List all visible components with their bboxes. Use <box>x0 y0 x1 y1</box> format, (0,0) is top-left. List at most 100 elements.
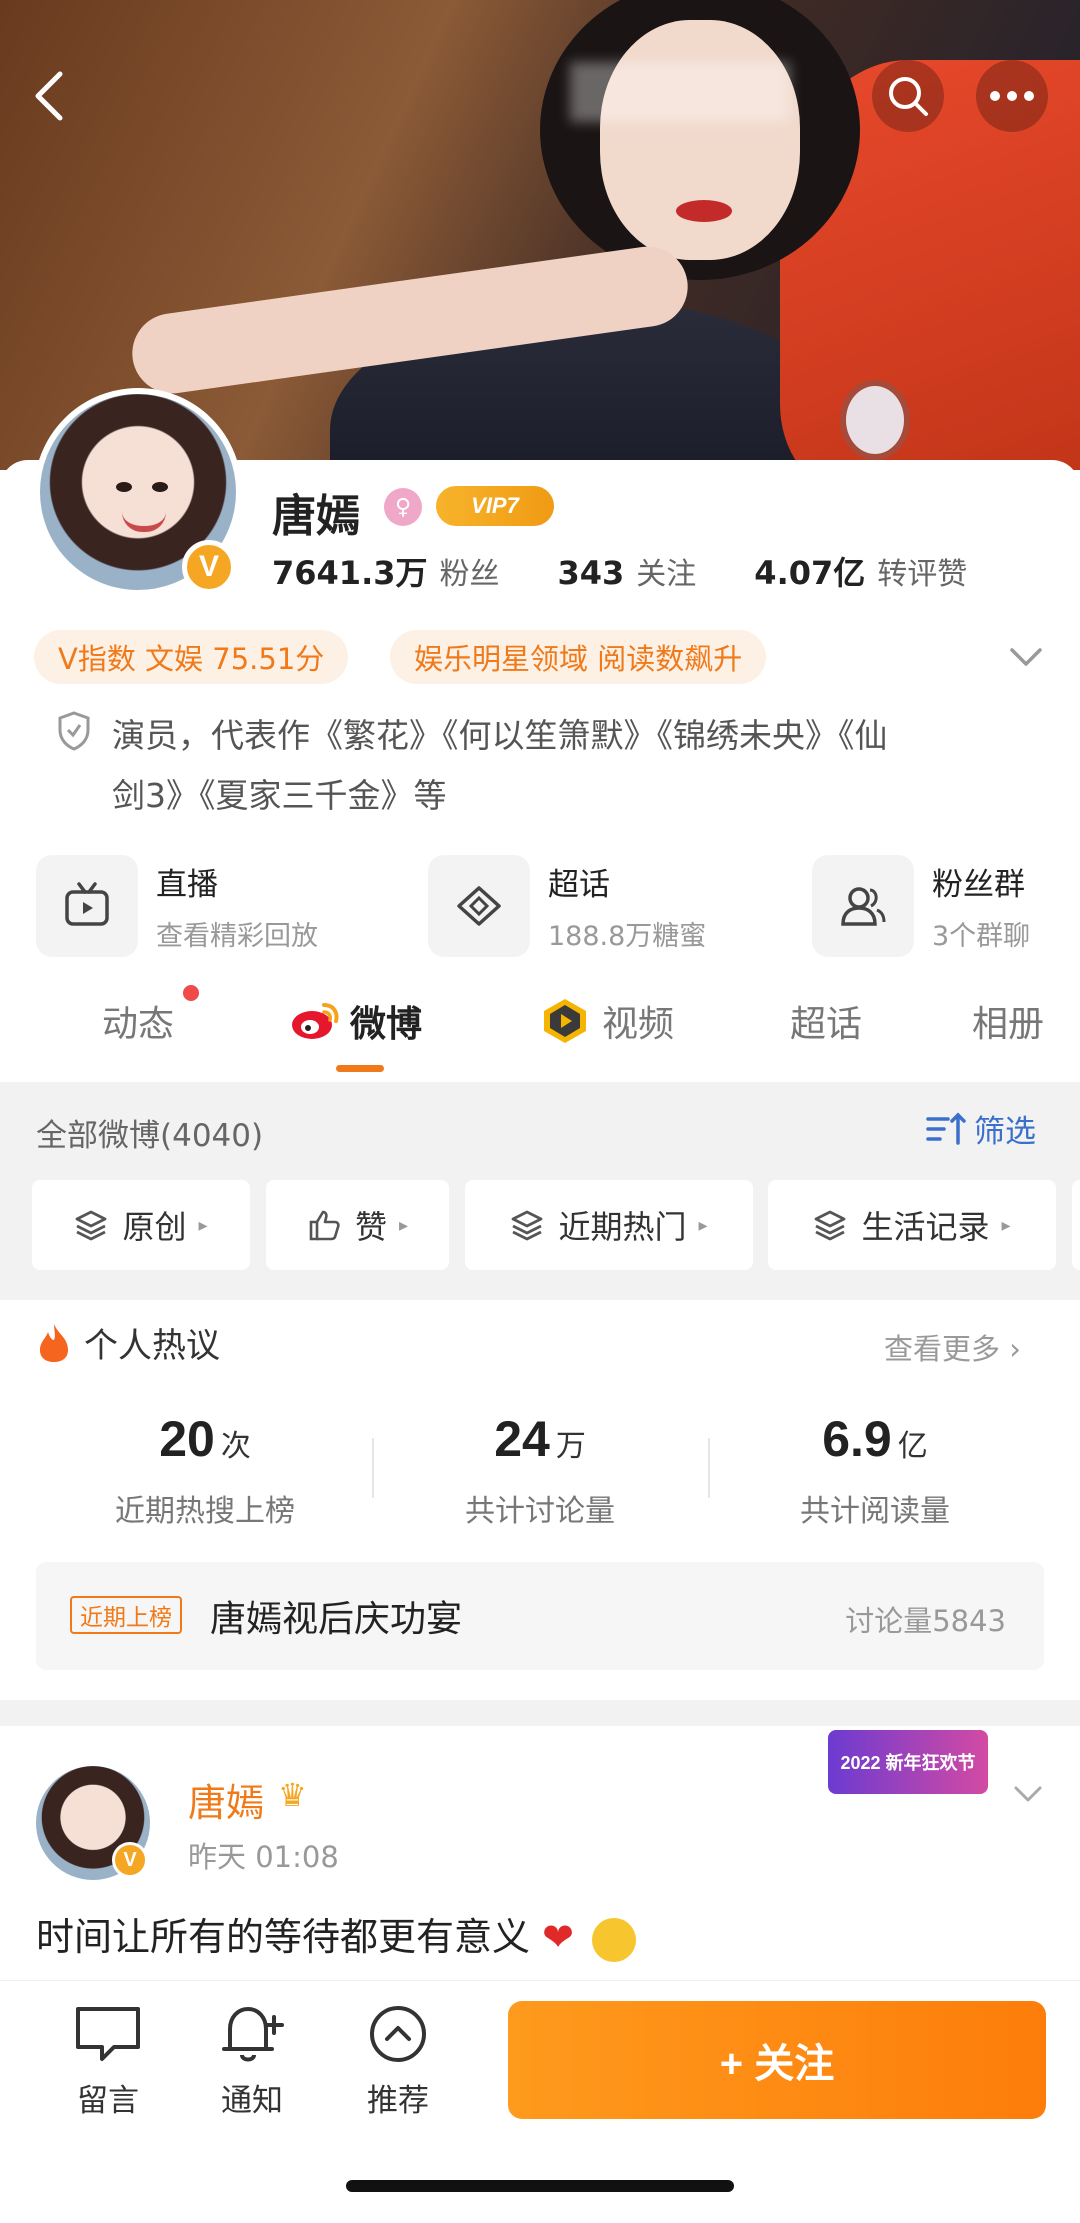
live-subtitle: 查看精彩回放 <box>156 921 318 952</box>
caret-right-icon: ▸ <box>1001 1214 1011 1236</box>
divider <box>372 1438 374 1498</box>
message-button[interactable]: 留言 <box>48 2003 168 2120</box>
bell-plus-icon <box>222 2007 284 2062</box>
chevron-right-icon: › <box>1009 1332 1021 1366</box>
stat-label: 近期热搜上榜 <box>115 1494 295 1529</box>
hot-stat-trending: 20 次 近期热搜上榜 <box>40 1410 370 1530</box>
vip-badge[interactable]: VIP7 <box>436 486 554 526</box>
hot-stat-discussion: 24 万 共计讨论量 <box>375 1410 705 1530</box>
tab-label: 动态 <box>102 1004 175 1045</box>
hot-title-label: 个人热议 <box>84 1326 220 1366</box>
stat-label: 共计阅读量 <box>800 1494 950 1529</box>
more-options-button[interactable] <box>976 60 1048 132</box>
video-play-icon <box>544 999 586 1043</box>
message-label: 留言 <box>77 2083 139 2119</box>
tab-label: 微博 <box>350 1004 423 1045</box>
chip-overflow[interactable] <box>1072 1180 1080 1270</box>
search-icon <box>889 77 928 116</box>
chip-label: 赞 <box>354 1208 387 1246</box>
follow-button[interactable]: + 关注 <box>508 2001 1046 2119</box>
caret-right-icon: ▸ <box>698 1214 708 1236</box>
fan-group-entry[interactable]: 粉丝群 3个群聊 <box>812 855 1030 957</box>
bio-line: 剑3》《夏家三千金》等 <box>112 776 447 815</box>
section-separator <box>0 1700 1080 1726</box>
supertopic-title: 超话 <box>548 867 610 903</box>
post-time: 昨天 01:08 <box>188 1840 339 1874</box>
bio-line: 演员，代表作《繁花》《何以笙箫默》《锦绣未央》《仙 <box>112 716 888 755</box>
crown-icon: ♛ <box>278 1776 307 1814</box>
hot-topic-item[interactable]: 近期上榜 唐嫣视后庆功宴 讨论量5843 <box>36 1562 1044 1670</box>
tab-weibo[interactable]: 微博 <box>290 995 422 1047</box>
layers-icon <box>512 1210 543 1241</box>
back-button[interactable] <box>14 60 86 132</box>
festival-badge: 2022 新年狂欢节 <box>828 1730 988 1794</box>
recommend-button[interactable]: 推荐 <box>338 2003 458 2120</box>
profile-tabs: 动态 微博 视频 超话 相册 <box>0 985 1080 1080</box>
live-entry[interactable]: 直播 查看精彩回放 <box>36 855 318 957</box>
post-text: 时间让所有的等待都更有意义 <box>36 1915 531 1959</box>
stat-value: 6.9 <box>822 1411 892 1467</box>
filter-icon <box>926 1112 966 1145</box>
tab-video[interactable]: 视频 <box>540 995 674 1047</box>
post-author[interactable]: 唐嫣 <box>188 1772 264 1827</box>
more-dots-icon <box>990 91 1034 101</box>
fan-group-title: 粉丝群 <box>932 867 1025 903</box>
heart-emoji-icon: ❤ <box>542 1915 574 1959</box>
live-title: 直播 <box>156 867 218 903</box>
v-index-pill[interactable]: V指数 文娱 75.51分 <box>34 630 349 684</box>
hot-topic-text: 唐嫣视后庆功宴 <box>210 1599 463 1640</box>
followers-count: 7641.3万 <box>272 554 428 592</box>
weibo-logo-icon <box>292 1003 339 1039</box>
search-button[interactable] <box>872 60 944 132</box>
sun-emoji-icon <box>592 1917 637 1962</box>
filter-button[interactable]: 筛选 <box>926 1106 1036 1151</box>
stat-label: 共计讨论量 <box>465 1494 615 1529</box>
chip-label: 生活记录 <box>861 1208 990 1246</box>
group-icon <box>812 855 914 957</box>
stat-unit: 次 <box>220 1429 251 1464</box>
following-count: 343 <box>557 554 625 592</box>
chevron-up-circle-icon <box>370 2006 426 2062</box>
see-more-link[interactable]: 查看更多 › <box>884 1326 1021 1368</box>
following-stat[interactable]: 343 关注 <box>558 549 697 593</box>
home-indicator <box>346 2180 734 2192</box>
chevron-down-icon[interactable] <box>1004 636 1048 680</box>
shield-icon <box>58 711 90 751</box>
verified-badge: V <box>182 540 236 594</box>
chip-trending[interactable]: 近期热门 ▸ <box>465 1180 753 1270</box>
recent-tag: 近期上榜 <box>70 1596 182 1634</box>
back-arrow-icon <box>35 71 63 121</box>
profile-name: 唐嫣 <box>272 491 360 542</box>
fan-group-subtitle: 3个群聊 <box>932 921 1031 952</box>
supertopic-subtitle: 188.8万糖蜜 <box>548 921 707 952</box>
chip-label: 近期热门 <box>558 1208 687 1246</box>
tab-label: 超话 <box>790 1004 863 1045</box>
tab-label: 相册 <box>972 1004 1045 1045</box>
tab-supertopic[interactable]: 超话 <box>790 995 862 1047</box>
post-content: 时间让所有的等待都更有意义 ❤ <box>36 1906 637 1962</box>
chip-life[interactable]: 生活记录 ▸ <box>768 1180 1056 1270</box>
recommend-label: 推荐 <box>367 2083 429 2119</box>
chip-original[interactable]: 原创 ▸ <box>32 1180 250 1270</box>
tab-activity[interactable]: 动态 <box>102 995 174 1047</box>
chevron-down-icon[interactable] <box>1008 1774 1048 1814</box>
diamond-icon <box>428 855 530 957</box>
chip-likes[interactable]: 赞 ▸ <box>266 1180 449 1270</box>
tab-album[interactable]: 相册 <box>972 995 1044 1047</box>
stat-unit: 亿 <box>897 1429 928 1464</box>
likes-count: 4.07亿 <box>754 554 866 592</box>
notification-dot <box>183 985 199 1001</box>
supertopic-entry[interactable]: 超话 188.8万糖蜜 <box>428 855 706 957</box>
followers-stat[interactable]: 7641.3万 粉丝 <box>272 548 500 594</box>
likes-label: 转评赞 <box>877 557 968 592</box>
see-more-label: 查看更多 <box>884 1332 1001 1366</box>
notify-button[interactable]: 通知 <box>192 2003 312 2120</box>
filter-label: 筛选 <box>974 1114 1036 1150</box>
hot-discussion-title: 个人热议 <box>36 1318 220 1367</box>
likes-stat[interactable]: 4.07亿 转评赞 <box>754 548 967 594</box>
discussion-count: 讨论量5843 <box>845 1604 1006 1638</box>
notify-label: 通知 <box>221 2083 283 2119</box>
all-weibo-count: 全部微博(4040) <box>36 1118 264 1154</box>
domain-pill[interactable]: 娱乐明星领域 阅读数飙升 <box>390 630 767 684</box>
caret-right-icon: ▸ <box>398 1214 409 1236</box>
